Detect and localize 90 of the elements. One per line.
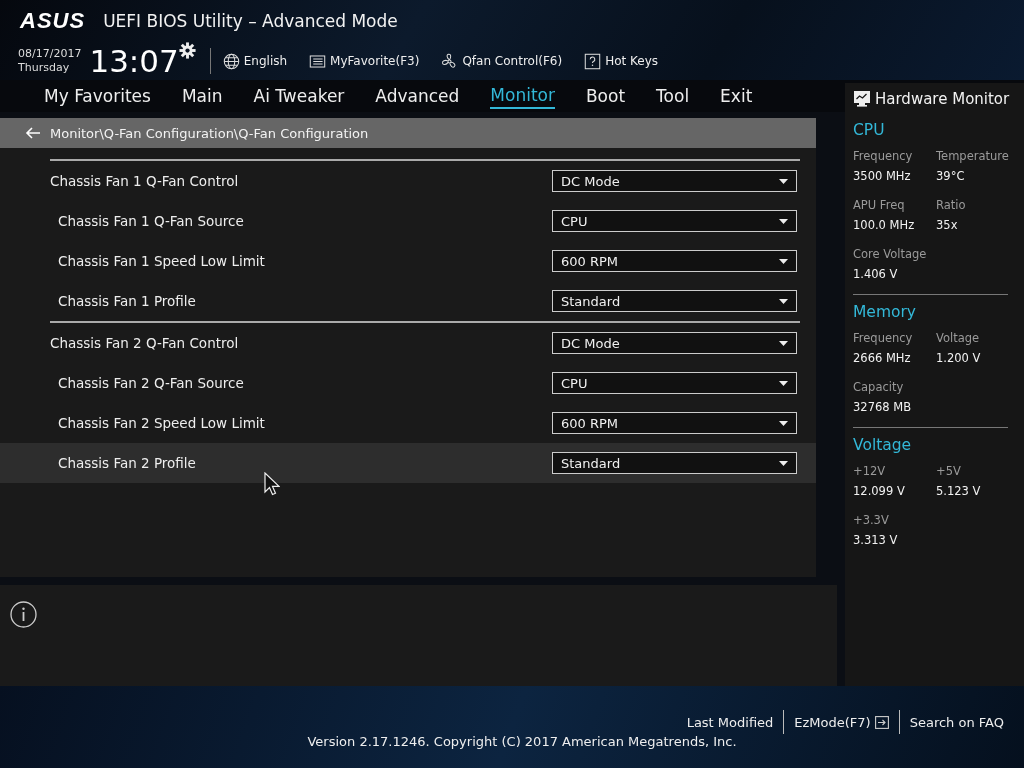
reading-label: Capacity <box>853 380 905 395</box>
reading-label: Core Voltage <box>853 247 928 262</box>
reading-value: 1.200 V <box>936 350 982 366</box>
toolbar-button[interactable]: Qfan Control(F6) <box>441 52 563 70</box>
reading-label: APU Freq <box>853 198 906 213</box>
reading-value: 3.313 V <box>853 532 899 548</box>
setting-label: Chassis Fan 1 Q-Fan Control <box>49 173 239 189</box>
reading-label: +12V <box>853 464 887 479</box>
reading-value: 100.0 MHz <box>853 217 916 233</box>
panel-title: Hardware Monitor <box>875 90 1010 108</box>
setting-row[interactable]: Chassis Fan 2 Speed Low Limit 600 RPM <box>0 403 816 443</box>
breadcrumb-path: Monitor\Q-Fan Configuration\Q-Fan Configuration <box>50 125 369 141</box>
menu-tab[interactable]: Exit <box>720 84 753 108</box>
setting-label: Chassis Fan 2 Profile <box>57 455 196 471</box>
reading-label: Frequency <box>853 149 914 164</box>
caret-icon <box>779 258 788 264</box>
footer-link[interactable]: Search on FAQ <box>899 714 1014 730</box>
setting-row[interactable]: Chassis Fan 1 Q-Fan Source CPU <box>0 201 816 241</box>
reading-value: 3500 MHz <box>853 168 912 184</box>
setting-label: Chassis Fan 1 Profile <box>57 293 196 309</box>
setting-dropdown[interactable]: Standard <box>552 452 797 474</box>
clock-time: 13:07 <box>89 43 179 79</box>
footer-link[interactable]: EzMode(F7) <box>784 714 899 730</box>
setting-row[interactable]: Chassis Fan 2 Profile Standard <box>0 443 816 483</box>
toolbar-button[interactable]: English <box>222 52 288 70</box>
caret-icon <box>779 178 788 184</box>
setting-dropdown[interactable]: DC Mode <box>552 332 797 354</box>
info-icon <box>10 601 37 628</box>
list-icon <box>309 52 327 70</box>
logo: ASUS <box>20 8 86 34</box>
setting-row[interactable]: Chassis Fan 1 Q-Fan Control DC Mode <box>0 161 816 201</box>
footer-link[interactable]: Last Modified <box>676 714 784 730</box>
setting-label: Chassis Fan 1 Speed Low Limit <box>57 253 265 269</box>
globe-icon <box>222 52 240 70</box>
section-title: Memory <box>853 303 918 321</box>
reading-value: 1.406 V <box>853 266 899 282</box>
caret-icon <box>779 298 788 304</box>
menu-tab[interactable]: Tool <box>656 84 690 108</box>
setting-dropdown[interactable]: DC Mode <box>552 170 797 192</box>
menu-tab[interactable]: My Favorites <box>44 84 151 108</box>
pointer-icon <box>264 472 280 496</box>
caret-icon <box>779 460 788 466</box>
setting-label: Chassis Fan 2 Speed Low Limit <box>57 415 265 431</box>
setting-dropdown[interactable]: CPU <box>552 210 797 232</box>
setting-row[interactable]: Chassis Fan 2 Q-Fan Source CPU <box>0 363 816 403</box>
reading-label: Temperature <box>936 149 1009 164</box>
help-icon <box>584 52 602 70</box>
setting-label: Chassis Fan 2 Q-Fan Source <box>57 375 244 391</box>
menu-tab[interactable]: Advanced <box>375 84 460 108</box>
setting-row[interactable]: Chassis Fan 1 Profile Standard <box>0 281 816 321</box>
caret-icon <box>779 420 788 426</box>
setting-row[interactable]: Chassis Fan 1 Speed Low Limit 600 RPM <box>0 241 816 281</box>
reading-value: 35x <box>936 217 959 233</box>
setting-dropdown[interactable]: 600 RPM <box>552 250 797 272</box>
reading-value: 5.123 V <box>936 483 982 499</box>
menu-tab[interactable]: Boot <box>585 84 626 108</box>
reading-value: 39°C <box>936 168 966 184</box>
section-title: Voltage <box>853 436 913 454</box>
version-text: Version 2.17.1246. Copyright (C) 2017 American Megatrends, Inc. <box>306 734 738 749</box>
toolbar-button[interactable]: Hot Keys <box>584 52 659 70</box>
setting-row[interactable]: Chassis Fan 2 Q-Fan Control DC Mode <box>0 323 816 363</box>
reading-label: Ratio <box>936 198 967 213</box>
setting-dropdown[interactable]: Standard <box>552 290 797 312</box>
reading-label: Voltage <box>936 331 981 346</box>
reading-label: +5V <box>936 464 962 479</box>
monitor-icon <box>853 90 871 108</box>
setting-label: Chassis Fan 2 Q-Fan Control <box>49 335 239 351</box>
reading-value: 12.099 V <box>853 483 906 499</box>
reading-label: Frequency <box>853 331 914 346</box>
toolbar-button[interactable]: MyFavorite(F3) <box>309 52 420 70</box>
setting-label: Chassis Fan 1 Q-Fan Source <box>57 213 244 229</box>
caret-icon <box>779 340 788 346</box>
back-arrow-icon[interactable] <box>25 127 41 139</box>
fan-icon <box>441 52 459 70</box>
caret-icon <box>779 380 788 386</box>
menu-tab[interactable]: Monitor <box>490 83 555 109</box>
menu-tab[interactable]: Ai Tweaker <box>253 84 345 108</box>
setting-dropdown[interactable]: CPU <box>552 372 797 394</box>
menu-tab[interactable]: Main <box>181 84 223 108</box>
reading-value: 32768 MB <box>853 399 913 415</box>
date-text: 08/17/2017 <box>18 47 82 61</box>
setting-dropdown[interactable]: 600 RPM <box>552 412 797 434</box>
settings-icon[interactable] <box>178 42 196 59</box>
caret-icon <box>779 218 788 224</box>
section-title: CPU <box>853 121 886 139</box>
exit-icon <box>874 715 889 729</box>
day-text: Thursday <box>18 61 71 75</box>
reading-value: 2666 MHz <box>853 350 912 366</box>
reading-label: +3.3V <box>853 513 890 528</box>
window-title: UEFI BIOS Utility – Advanced Mode <box>103 11 398 31</box>
